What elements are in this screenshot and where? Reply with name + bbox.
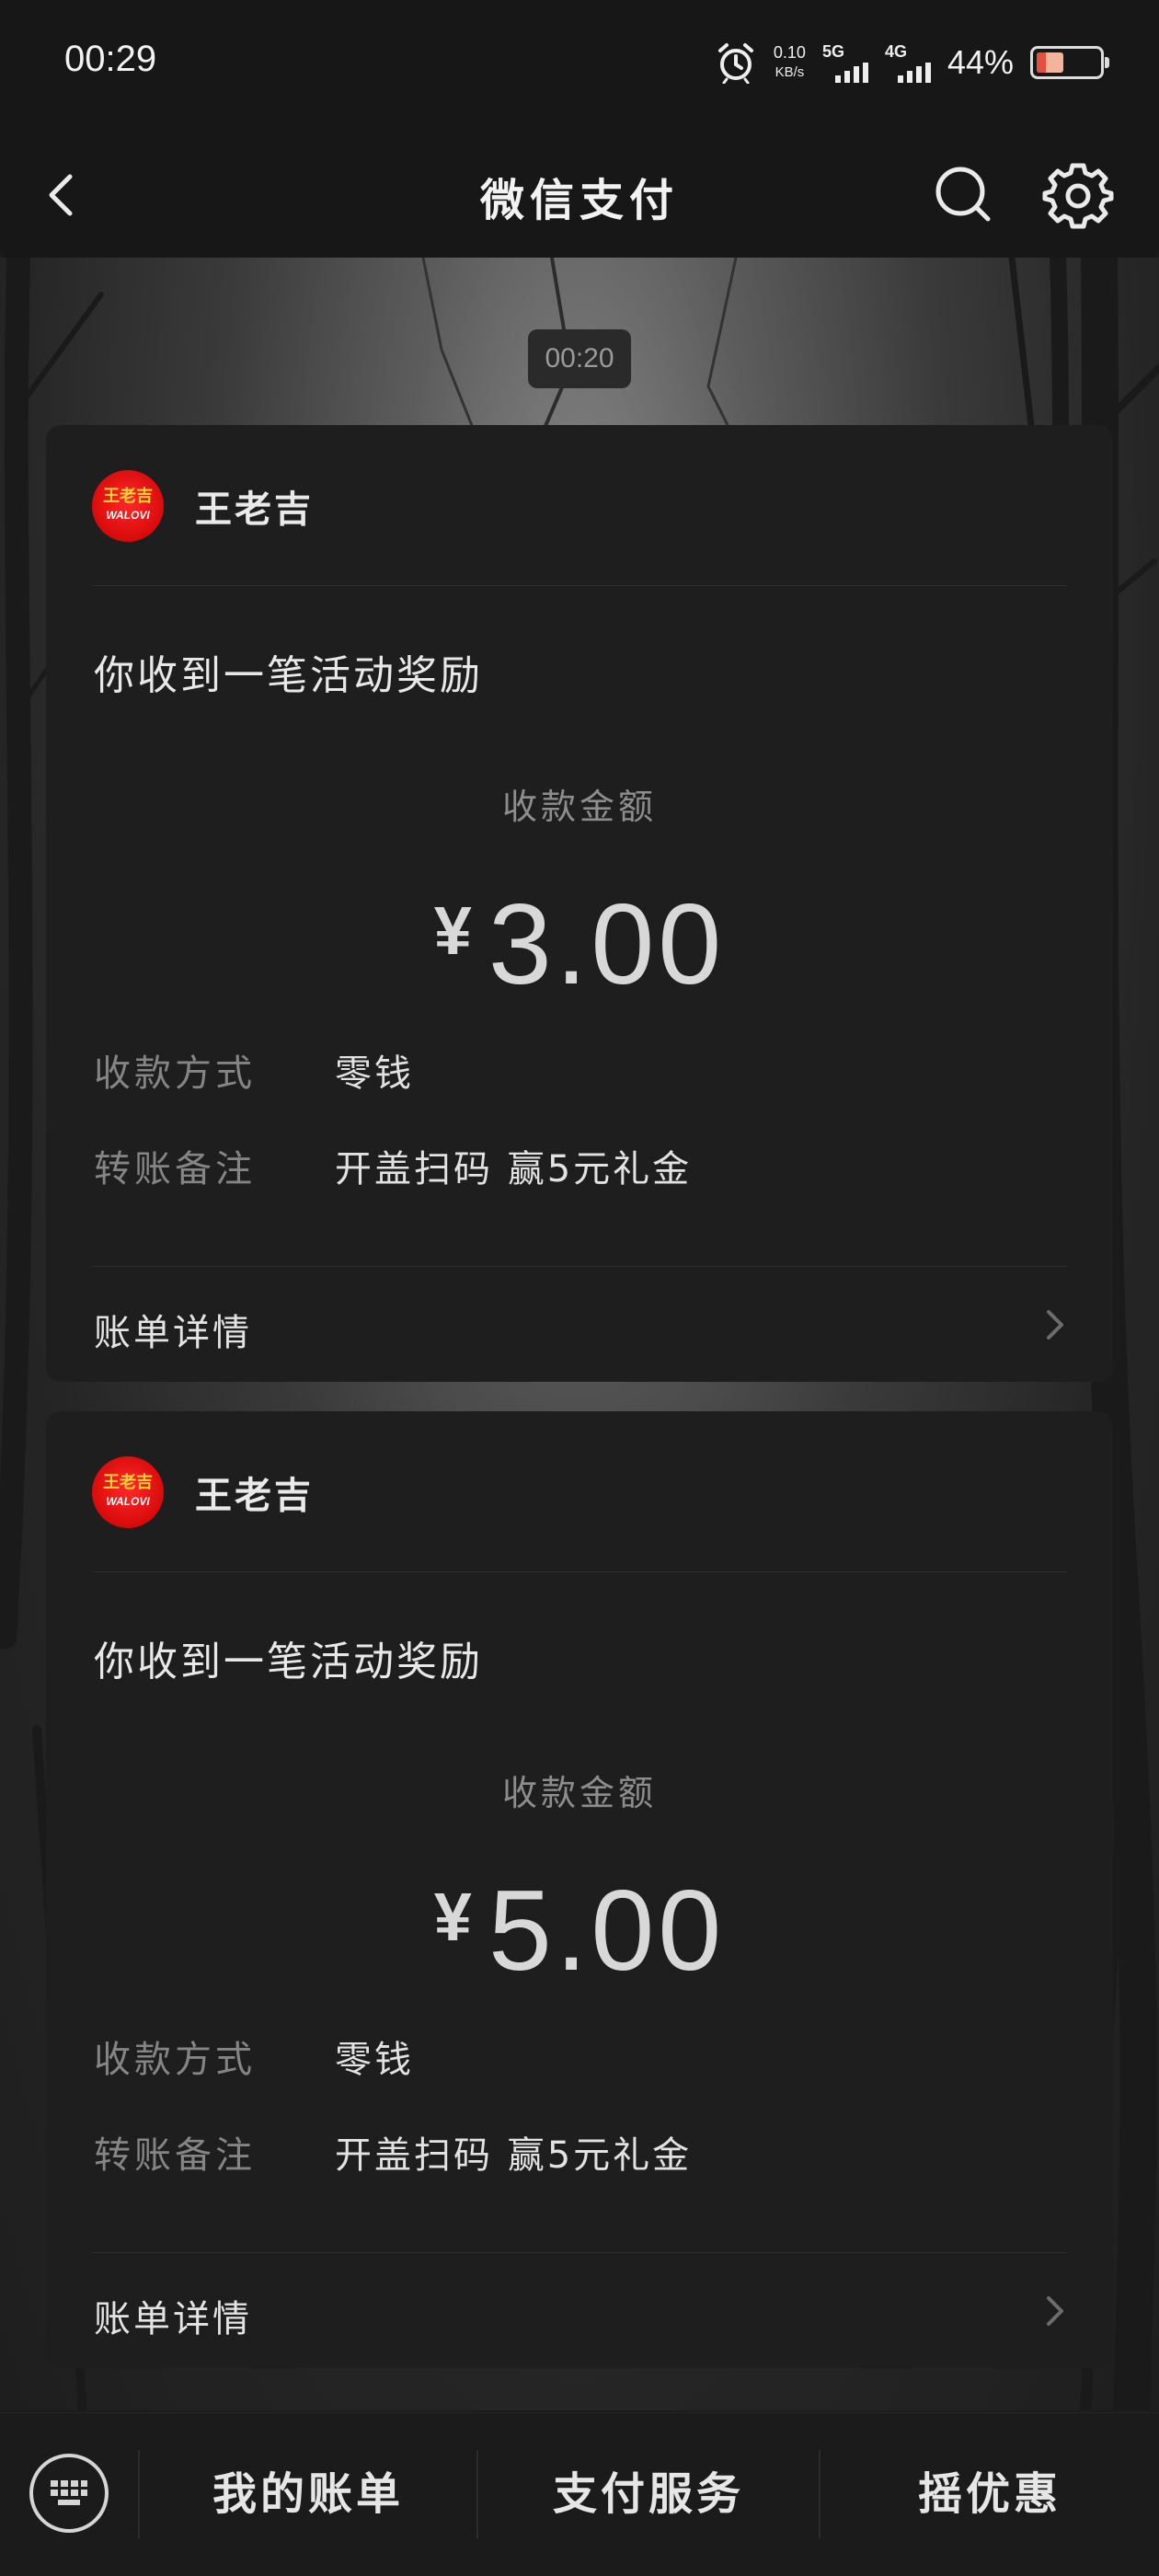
- tab-shake-discounts[interactable]: 摇优惠: [820, 2448, 1159, 2540]
- search-button[interactable]: [927, 156, 1001, 230]
- row-key: 收款方式: [94, 2039, 256, 2081]
- tab-payment-services[interactable]: 支付服务: [478, 2448, 819, 2540]
- keyboard-toggle-button[interactable]: [29, 2454, 109, 2533]
- brand-logo: 王老吉 WALOVI: [92, 470, 164, 542]
- divider: [92, 2252, 1067, 2253]
- status-icons: 0.10 KB/s 5G 4G 44%: [715, 35, 1109, 90]
- bill-details-link[interactable]: 账单详情: [94, 1303, 252, 1356]
- row-value: 零钱: [335, 1052, 414, 1095]
- row-key: 转账备注: [94, 1148, 256, 1190]
- tab-my-bills[interactable]: 我的账单: [140, 2448, 476, 2540]
- detail-row-payment-method: 收款方式 零钱: [94, 1043, 414, 1097]
- battery-percent: 44%: [947, 43, 1014, 81]
- card-header[interactable]: 王老吉 WALOVI 王老吉: [92, 1455, 314, 1529]
- row-value: 零钱: [335, 2039, 414, 2081]
- divider: [92, 585, 1067, 586]
- signal-icon-4g: 4G: [885, 42, 931, 83]
- bill-details-link[interactable]: 账单详情: [94, 2289, 252, 2342]
- search-icon: [935, 167, 991, 222]
- card-header[interactable]: 王老吉 WALOVI 王老吉: [92, 469, 314, 543]
- currency-symbol: ¥: [433, 1879, 472, 1955]
- row-value: 开盖扫码 赢5元礼金: [335, 2134, 693, 2177]
- alarm-icon: [715, 41, 757, 85]
- row-value: 开盖扫码 赢5元礼金: [335, 1148, 693, 1190]
- chevron-right-icon: [1047, 1310, 1063, 1340]
- status-time: 00:29: [64, 39, 157, 79]
- battery-icon: [1030, 46, 1109, 79]
- brand-logo: 王老吉 WALOVI: [92, 1456, 164, 1528]
- app-root: 00:29 0.10 KB/s 5G 4G 44% 微信支付 00:20 王老吉…: [0, 0, 1159, 2576]
- keyboard-icon: [51, 2480, 87, 2505]
- detail-row-transfer-note: 转账备注 开盖扫码 赢5元礼金: [94, 1139, 692, 1192]
- gear-icon: [1042, 163, 1114, 229]
- detail-row-transfer-note: 转账备注 开盖扫码 赢5元礼金: [94, 2125, 692, 2179]
- chevron-right-icon: [1047, 2296, 1063, 2326]
- row-key: 收款方式: [94, 1052, 256, 1095]
- brand-name: 王老吉: [195, 1475, 314, 1517]
- amount: ¥3.00: [46, 880, 1113, 1010]
- currency-symbol: ¥: [433, 892, 472, 969]
- card-title: 你收到一笔活动奖励: [94, 652, 483, 699]
- amount: ¥5.00: [46, 1866, 1113, 1996]
- payment-card[interactable]: 王老吉 WALOVI 王老吉 你收到一笔活动奖励 收款金额 ¥5.00 收款方式…: [46, 1411, 1113, 2368]
- net-speed: 0.10 KB/s: [773, 43, 806, 80]
- nav-bar: 微信支付: [0, 129, 1159, 258]
- signal-icon-5g: 5G: [822, 42, 868, 83]
- amount-label: 收款金额: [501, 1773, 657, 1813]
- message-timestamp: 00:20: [528, 329, 631, 388]
- status-bar: 00:29 0.10 KB/s 5G 4G 44%: [0, 0, 1159, 129]
- amount-label: 收款金额: [501, 787, 657, 827]
- divider: [92, 1266, 1067, 1267]
- brand-name: 王老吉: [195, 489, 314, 531]
- amount-value: 3.00: [488, 881, 726, 1008]
- row-key: 转账备注: [94, 2134, 256, 2177]
- amount-value: 5.00: [488, 1868, 726, 1995]
- settings-button[interactable]: [1041, 156, 1115, 230]
- payment-card[interactable]: 王老吉 WALOVI 王老吉 你收到一笔活动奖励 收款金额 ¥3.00 收款方式…: [46, 425, 1113, 1382]
- card-title: 你收到一笔活动奖励: [94, 1639, 483, 1685]
- divider: [92, 1571, 1067, 1572]
- detail-row-payment-method: 收款方式 零钱: [94, 2030, 414, 2083]
- bottom-menu-bar: 我的账单 支付服务 摇优惠: [0, 2412, 1159, 2576]
